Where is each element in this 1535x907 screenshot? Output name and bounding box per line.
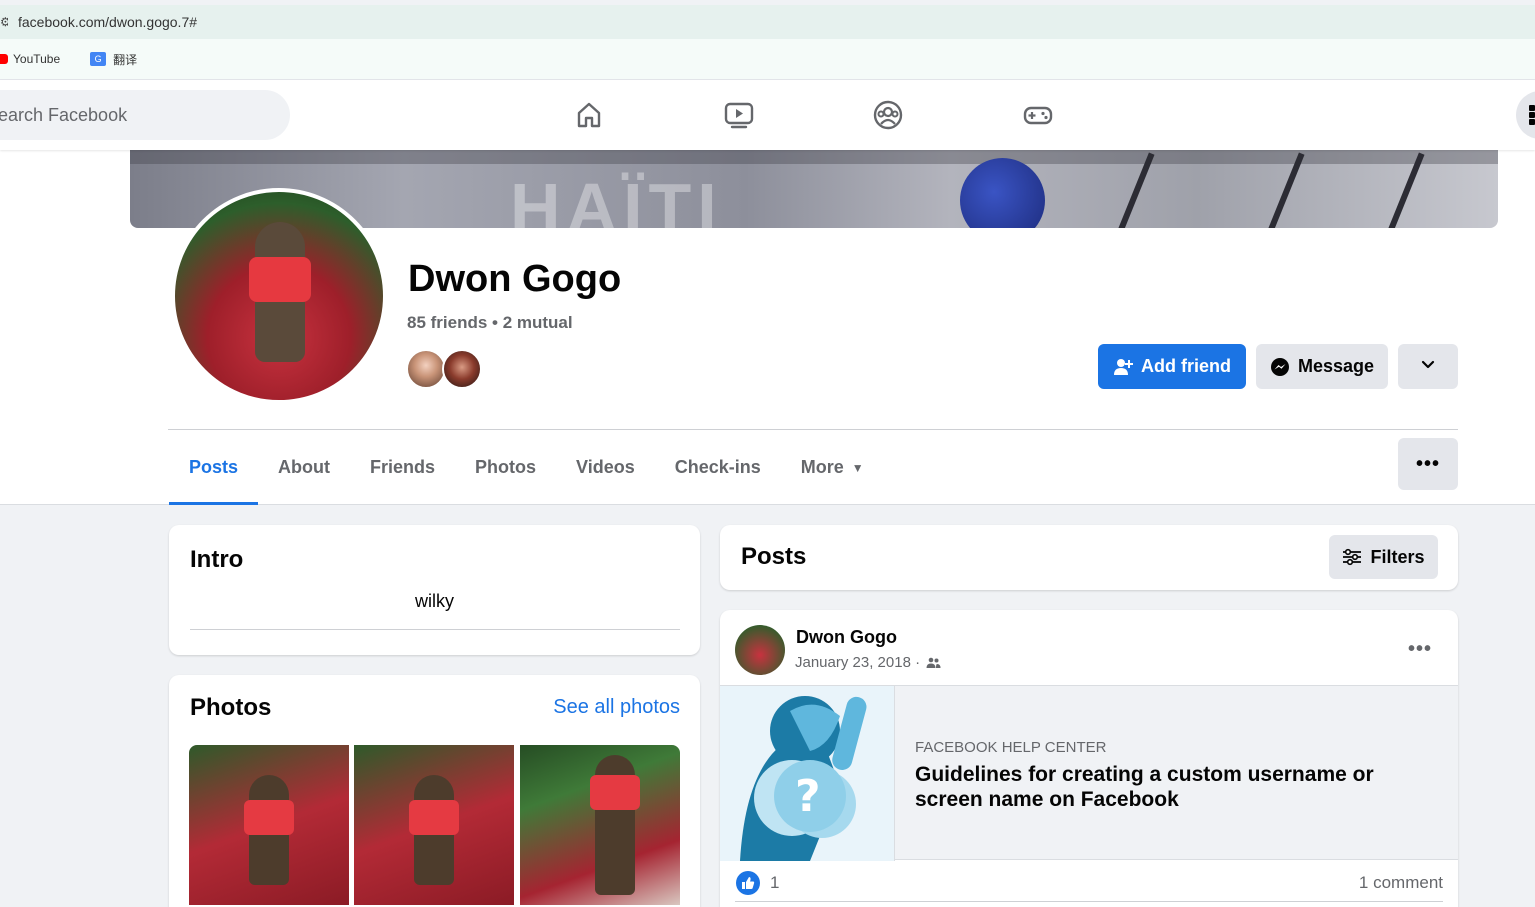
photo-thumbnail[interactable] — [354, 745, 514, 905]
tab-friends[interactable]: Friends — [350, 430, 455, 505]
intro-bio: wilky — [415, 591, 454, 611]
post-divider — [735, 901, 1443, 902]
add-friend-label: Add friend — [1141, 356, 1231, 376]
photos-card: Photos See all photos — [169, 675, 700, 907]
reactions-summary[interactable]: 1 — [736, 871, 779, 895]
help-center-illustration: ? — [720, 686, 895, 861]
search-input[interactable]: earch Facebook — [0, 90, 290, 140]
profile-header: HAÏTI Dwon Gogo 85 friends • 2 mutual Ad… — [0, 150, 1535, 505]
watch-icon[interactable] — [719, 95, 759, 135]
google-translate-icon: G — [90, 52, 107, 66]
posts-title: Posts — [741, 543, 807, 570]
site-info-icon[interactable]: ⚙ — [0, 15, 8, 29]
filters-button[interactable]: Filters — [1329, 535, 1438, 579]
intro-divider — [190, 629, 680, 630]
tab-more[interactable]: More ▼ — [781, 430, 884, 505]
add-friend-button[interactable]: Add friend — [1098, 344, 1246, 389]
mutual-friend-avatar[interactable] — [406, 349, 446, 389]
tab-photos[interactable]: Photos — [455, 430, 556, 505]
ellipsis-icon: ••• — [1415, 452, 1440, 475]
link-domain: FACEBOOK HELP CENTER — [915, 739, 1107, 756]
post-options-icon[interactable]: ••• — [1408, 638, 1432, 661]
photos-title: Photos — [190, 694, 272, 721]
message-button[interactable]: Message — [1256, 344, 1388, 389]
caret-down-icon: ▼ — [851, 460, 864, 475]
friends-audience-icon[interactable] — [926, 657, 941, 669]
friends-count[interactable]: 85 friends • 2 mutual — [407, 313, 573, 333]
profile-picture[interactable] — [171, 188, 387, 404]
url-text[interactable]: facebook.com/dwon.gogo.7# — [18, 14, 197, 30]
tab-videos[interactable]: Videos — [556, 430, 655, 505]
post-author-name[interactable]: Dwon Gogo — [796, 627, 897, 648]
tab-about[interactable]: About — [258, 430, 350, 505]
bookmark-youtube[interactable]: YouTube — [0, 52, 60, 66]
filters-label: Filters — [1370, 546, 1425, 567]
svg-text:?: ? — [795, 771, 821, 822]
see-all-photos-link[interactable]: See all photos — [553, 696, 680, 719]
bookmarks-bar: YouTube G 翻译 — [0, 39, 1535, 80]
search-placeholder: earch Facebook — [0, 104, 128, 125]
chevron-down-icon — [1420, 356, 1436, 377]
gaming-icon[interactable] — [1018, 95, 1058, 135]
add-person-icon — [1113, 357, 1133, 377]
bookmark-label: 翻译 — [113, 52, 138, 67]
comment-count[interactable]: 1 comment — [1359, 873, 1443, 893]
groups-icon[interactable] — [868, 95, 908, 135]
address-bar[interactable]: ⚙ facebook.com/dwon.gogo.7# — [0, 5, 1535, 39]
photo-thumbnail[interactable] — [189, 745, 349, 905]
more-options-button[interactable]: ••• — [1398, 438, 1458, 490]
bookmark-label: YouTube — [13, 52, 61, 66]
tab-check-ins[interactable]: Check-ins — [655, 430, 781, 505]
like-icon — [736, 871, 760, 895]
profile-options-button[interactable] — [1398, 344, 1458, 389]
profile-tabs: Posts About Friends Photos Videos Check-… — [169, 430, 884, 505]
post-card: Dwon Gogo January 23, 2018 · ••• ? FACEB… — [720, 610, 1458, 907]
home-icon[interactable] — [569, 95, 609, 135]
bookmark-translate[interactable]: G 翻译 — [76, 51, 137, 68]
filters-icon — [1342, 548, 1362, 566]
mutual-friend-avatar[interactable] — [442, 349, 482, 389]
menu-grid-icon[interactable] — [1516, 91, 1535, 139]
intro-card: Intro wilky — [169, 525, 700, 655]
link-preview[interactable]: ? FACEBOOK HELP CENTER Guidelines for cr… — [720, 685, 1458, 861]
youtube-icon — [0, 54, 8, 64]
tab-posts[interactable]: Posts — [169, 430, 259, 505]
posts-header-card: Posts Filters — [720, 525, 1458, 590]
message-label: Message — [1297, 356, 1375, 376]
intro-title: Intro — [190, 546, 244, 573]
facebook-nav: earch Facebook — [0, 80, 1535, 150]
photo-thumbnail[interactable] — [520, 745, 680, 905]
reaction-count: 1 — [770, 873, 780, 892]
messenger-icon — [1270, 357, 1290, 377]
post-timestamp[interactable]: January 23, 2018 · — [795, 654, 941, 671]
link-title[interactable]: Guidelines for creating a custom usernam… — [915, 762, 1435, 812]
profile-name: Dwon Gogo — [408, 258, 622, 300]
post-author-avatar[interactable] — [735, 625, 785, 675]
